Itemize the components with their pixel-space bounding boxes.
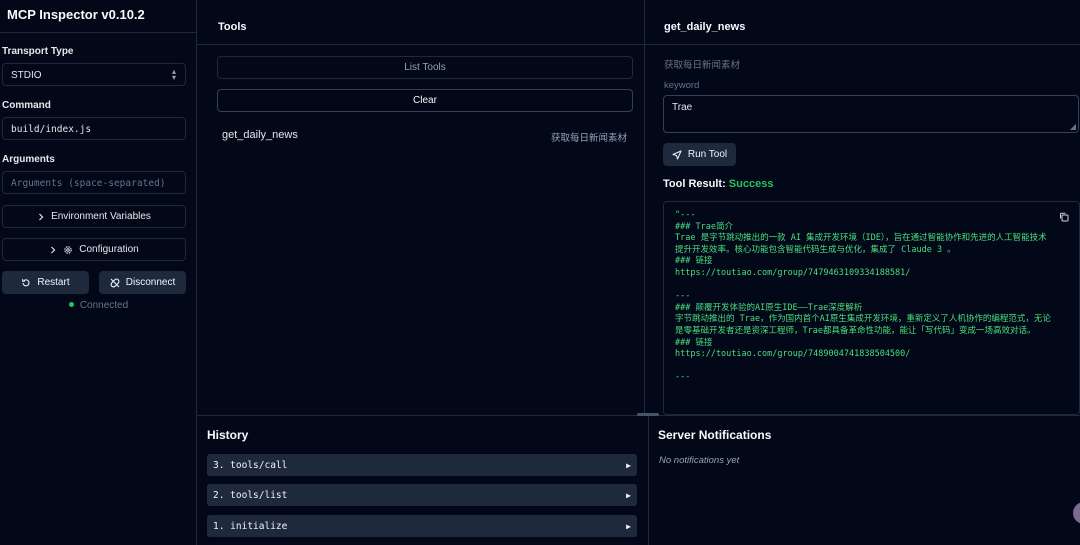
keyword-value: Trae bbox=[672, 102, 693, 113]
restart-label: Restart bbox=[37, 277, 70, 288]
connection-status-text: Connected bbox=[79, 300, 129, 311]
app-title: MCP Inspector v0.10.2 bbox=[0, 0, 196, 33]
history-item-label: 1. initialize bbox=[213, 520, 288, 532]
expand-triangle-icon: ▶ bbox=[626, 460, 631, 470]
tools-divider bbox=[197, 44, 644, 45]
configuration-label: Configuration bbox=[79, 244, 139, 255]
list-tools-button[interactable]: List Tools bbox=[217, 56, 633, 79]
command-label: Command bbox=[2, 100, 51, 111]
history-item-label: 3. tools/call bbox=[213, 459, 288, 471]
send-icon bbox=[672, 150, 682, 159]
resize-handle-icon[interactable]: ◢ bbox=[1070, 122, 1076, 131]
clear-label: Clear bbox=[413, 95, 437, 106]
server-notifications-title: Server Notifications bbox=[658, 428, 772, 442]
status-dot-icon bbox=[68, 302, 74, 307]
configuration-button[interactable]: Configuration bbox=[2, 238, 186, 261]
history-title: History bbox=[207, 428, 249, 442]
clear-button[interactable]: Clear bbox=[217, 89, 633, 112]
list-tools-label: List Tools bbox=[404, 62, 446, 73]
copy-icon[interactable] bbox=[1059, 212, 1069, 222]
history-item[interactable]: 1. initialize ▶ bbox=[207, 515, 637, 537]
notifications-empty-text: No notifications yet bbox=[659, 455, 740, 466]
restart-button[interactable]: Restart bbox=[2, 271, 89, 294]
arguments-input[interactable]: Arguments (space-separated) bbox=[2, 171, 186, 194]
chevron-right-icon bbox=[51, 246, 56, 253]
history-item-label: 2. tools/list bbox=[213, 489, 288, 501]
tool-result-box[interactable]: "--- ### Trae简介 Trae 是字节跳动推出的一款 AI 集成开发环… bbox=[663, 201, 1080, 415]
run-tool-button[interactable]: Run Tool bbox=[663, 143, 736, 166]
chevron-right-icon bbox=[39, 213, 44, 220]
tool-name: get_daily_news bbox=[222, 129, 298, 141]
command-input[interactable]: build/index.js bbox=[2, 117, 186, 140]
history-item[interactable]: 3. tools/call ▶ bbox=[207, 454, 637, 476]
expand-triangle-icon: ▶ bbox=[626, 490, 631, 500]
tool-detail-description: 获取每日新闻素材 bbox=[664, 60, 741, 71]
keyword-label: keyword bbox=[664, 80, 700, 91]
environment-variables-label: Environment Variables bbox=[51, 211, 151, 222]
arguments-placeholder: Arguments (space-separated) bbox=[11, 178, 166, 189]
connection-status: Connected bbox=[0, 300, 197, 311]
restart-icon bbox=[22, 278, 30, 286]
tool-result-label: Tool Result: bbox=[663, 178, 726, 190]
transport-type-label: Transport Type bbox=[2, 46, 74, 57]
disconnect-button[interactable]: Disconnect bbox=[99, 271, 186, 294]
keyword-textarea[interactable]: Trae ◢ bbox=[663, 95, 1079, 133]
tools-title: Tools bbox=[218, 21, 247, 33]
gear-icon bbox=[64, 245, 73, 254]
arguments-label: Arguments bbox=[2, 154, 55, 165]
tool-result-heading: Tool Result: Success bbox=[663, 178, 773, 190]
tool-detail-title: get_daily_news bbox=[664, 21, 746, 33]
disconnect-label: Disconnect bbox=[125, 277, 176, 288]
environment-variables-button[interactable]: Environment Variables bbox=[2, 205, 186, 228]
select-chevron-icon: ▴ ▾ bbox=[171, 67, 176, 82]
transport-type-value: STDIO bbox=[11, 70, 42, 81]
tool-result-status: Success bbox=[728, 178, 774, 190]
history-item[interactable]: 2. tools/list ▶ bbox=[207, 484, 637, 506]
tool-result-text: "--- ### Trae简介 Trae 是字节跳动推出的一款 AI 集成开发环… bbox=[675, 210, 1051, 383]
detail-divider bbox=[644, 44, 1080, 45]
transport-type-select[interactable]: STDIO ▴ ▾ bbox=[2, 63, 186, 86]
command-value: build/index.js bbox=[11, 124, 92, 135]
run-tool-label: Run Tool bbox=[687, 149, 728, 160]
tool-description: 获取每日新闻素材 bbox=[550, 133, 627, 144]
unplug-icon bbox=[110, 278, 120, 287]
expand-triangle-icon: ▶ bbox=[626, 521, 631, 531]
